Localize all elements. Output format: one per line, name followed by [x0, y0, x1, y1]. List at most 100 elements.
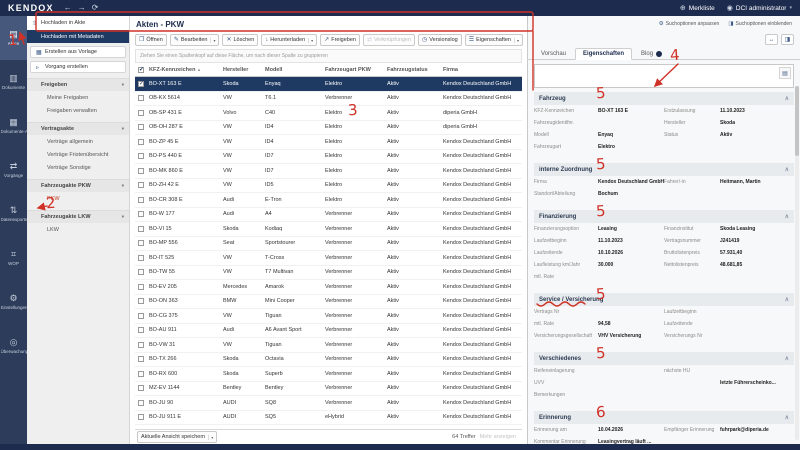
- row-checkbox[interactable]: [138, 255, 144, 261]
- table-row[interactable]: BO-PS 440 E VW ID7 Elektro Aktiv Kendox …: [135, 150, 522, 165]
- select-all-checkbox[interactable]: [138, 67, 144, 73]
- row-checkbox[interactable]: [138, 385, 144, 391]
- section-header[interactable]: Erinnerung ∧: [534, 411, 794, 424]
- menu-item-vorgang-erstellen[interactable]: ▹ Vorgang erstellen ▾: [30, 61, 126, 73]
- suchoptionen-einblenden-link[interactable]: ◨ Suchoptionen einblenden: [728, 21, 792, 27]
- table-row[interactable]: BO-IT 525 VW T-Cross Verbrenner Aktiv Ke…: [135, 251, 522, 266]
- rail-item-einstellungen[interactable]: ⚙ Einstellungen: [0, 280, 27, 324]
- section-header[interactable]: Service / Versicherung ∧: [534, 293, 794, 306]
- table-row[interactable]: OB-OH 287 E VW ID4 Elektro Aktiv diperia…: [135, 121, 522, 136]
- row-checkbox[interactable]: [138, 211, 144, 217]
- expand-panel-button[interactable]: ↔: [765, 34, 778, 45]
- table-row[interactable]: BO-RX 600 Skoda Superb Verbrenner Aktiv …: [135, 367, 522, 382]
- row-checkbox[interactable]: [138, 313, 144, 319]
- table-row[interactable]: BO-JU 90 AUDI SQ8 Verbrenner Aktiv Kendo…: [135, 396, 522, 411]
- table-row[interactable]: MZ-EV 1144 Bentley Bentley Verbrenner Ak…: [135, 382, 522, 397]
- rail-item-dokumente-admin[interactable]: ▦ Dokumente-Admin: [0, 104, 27, 148]
- versionlog-button[interactable]: ◷ Versionslog ▾: [418, 34, 462, 46]
- row-checkbox[interactable]: [138, 182, 144, 188]
- rail-item-datenexporte[interactable]: ⇅ Datenexporte: [0, 192, 27, 236]
- menu-item-meine-freigaben[interactable]: Meine Freigaben ▾: [27, 91, 129, 104]
- row-checkbox[interactable]: [138, 110, 144, 116]
- row-checkbox[interactable]: [138, 298, 144, 304]
- tab-blog[interactable]: Blog: [634, 49, 669, 59]
- menu-item-vertraege-sonstige[interactable]: Verträge Sonstige ▾: [27, 161, 129, 174]
- table-row[interactable]: BO-AU 911 Audi A6 Avant Sport Verbrenner…: [135, 324, 522, 339]
- table-row[interactable]: BO-MK 860 E VW ID7 Elektro Aktiv Kendox …: [135, 164, 522, 179]
- menu-group-vertragsakte[interactable]: Vertragsakte ▾: [27, 122, 129, 135]
- user-menu[interactable]: ◉ DCI administrator ▾: [727, 4, 792, 12]
- table-row[interactable]: BO-ZH 42 E VW ID5 Elektro Aktiv Kendox D…: [135, 179, 522, 194]
- table-row[interactable]: BO-CR 308 E Audi E-Tron Elektro Aktiv Ke…: [135, 193, 522, 208]
- table-row[interactable]: BO-W 177 Audi A4 Verbrenner Aktiv Kendox…: [135, 208, 522, 223]
- menu-group-freigeben[interactable]: Freigeben ▾: [27, 78, 129, 91]
- menu-item-pkw[interactable]: PKW ▾: [27, 192, 129, 205]
- menu-item-erstellen-aus-vorlage[interactable]: ▦ Erstellen aus Vorlage ▾: [30, 46, 126, 58]
- menu-item-freigaben-verwalten[interactable]: Freigaben verwalten ▾: [27, 104, 129, 117]
- rail-item-vorgaenge[interactable]: ⇄ Vorgänge: [0, 148, 27, 192]
- tab-vorschau[interactable]: Vorschau: [534, 49, 573, 59]
- row-checkbox[interactable]: [138, 400, 144, 406]
- forward-icon[interactable]: →: [78, 4, 86, 12]
- table-row[interactable]: BO-TX 266 Skoda Octavia Verbrenner Aktiv…: [135, 353, 522, 368]
- row-checkbox[interactable]: [138, 240, 144, 246]
- layout-panel-button[interactable]: ◨: [781, 34, 794, 45]
- scrollbar[interactable]: [795, 86, 799, 440]
- rail-item-ueberwachung[interactable]: ◎ Überwachung: [0, 324, 27, 368]
- row-checkbox[interactable]: [138, 414, 144, 420]
- rail-item-akten[interactable]: ▤ Akten: [0, 16, 27, 60]
- section-header[interactable]: interne Zuordnung ∧: [534, 163, 794, 176]
- row-checkbox[interactable]: [138, 269, 144, 275]
- row-checkbox[interactable]: [138, 81, 144, 87]
- row-checkbox[interactable]: [138, 327, 144, 333]
- table-row[interactable]: OB-KX 5614 VW T6.1 Verbrenner Aktiv Kend…: [135, 92, 522, 107]
- menu-group-fahrzeugakte-pkw[interactable]: Fahrzeugakte PKW ▾: [27, 179, 129, 192]
- back-icon[interactable]: ←: [64, 4, 72, 12]
- rail-item-wop[interactable]: ⌗ WOP: [0, 236, 27, 280]
- section-header[interactable]: Fahrzeug ∧: [534, 92, 794, 105]
- release-button[interactable]: ↗ Freigeben ▾: [320, 34, 360, 46]
- refresh-icon[interactable]: ⟳: [92, 4, 99, 12]
- table-row[interactable]: BO-VW 31 VW Tiguan Verbrenner Aktiv Kend…: [135, 338, 522, 353]
- download-button[interactable]: ↓ Herunterladen ▾: [261, 34, 317, 46]
- column-header-firma[interactable]: Firma: [443, 67, 522, 73]
- table-row[interactable]: BO-TW 55 VW T7 Multivan Verbrenner Aktiv…: [135, 266, 522, 281]
- table-row[interactable]: BO-ON 363 BMW Mini Cooper Verbrenner Akt…: [135, 295, 522, 310]
- column-header-hersteller[interactable]: Hersteller: [223, 67, 265, 73]
- row-checkbox[interactable]: [138, 139, 144, 145]
- links-button[interactable]: ⇄ Verknüpfungen ▾: [363, 34, 415, 46]
- column-header-kennzeichen[interactable]: KFZ-Kennzeichen ▲: [149, 67, 223, 73]
- menu-item-hochladen-in-akte[interactable]: ⇧ Hochladen in Akte ▾: [27, 16, 129, 30]
- table-row[interactable]: BO-XT 163 E Skoda Enyaq Elektro Aktiv Ke…: [135, 77, 522, 92]
- search-input[interactable]: [535, 66, 793, 88]
- row-checkbox[interactable]: [138, 168, 144, 174]
- search-action-button[interactable]: ▤: [779, 67, 791, 79]
- table-row[interactable]: OB-SP 431 E Volvo C40 Elektro Aktiv dipe…: [135, 106, 522, 121]
- tab-eigenschaften[interactable]: Eigenschaften: [575, 48, 632, 60]
- table-row[interactable]: BO-VI 15 Skoda Kodiaq Verbrenner Aktiv K…: [135, 222, 522, 237]
- menu-item-vertraege-allgemein[interactable]: Verträge allgemein ▾: [27, 135, 129, 148]
- column-header-fahrzeugart[interactable]: Fahrzeugart PKW: [325, 67, 387, 73]
- row-checkbox[interactable]: [138, 95, 144, 101]
- scrollbar-thumb[interactable]: [795, 86, 799, 156]
- row-checkbox[interactable]: [138, 197, 144, 203]
- rail-item-dokumente[interactable]: ▥ Dokumente: [0, 60, 27, 104]
- properties-button[interactable]: ☰ Eigenschaften ▾: [465, 34, 523, 46]
- table-row[interactable]: BO-CG 375 VW Tiguan Verbrenner Aktiv Ken…: [135, 309, 522, 324]
- menu-item-hochladen-mit-metadaten[interactable]: Hochladen mit Metadaten ▾: [27, 30, 129, 43]
- row-checkbox[interactable]: [138, 226, 144, 232]
- suchoptionen-anpassen-link[interactable]: ⚙ Suchoptionen anpassen: [659, 21, 720, 27]
- row-checkbox[interactable]: [138, 356, 144, 362]
- table-row[interactable]: BO-EV 205 Mercedes Amarok Verbrenner Akt…: [135, 280, 522, 295]
- merkliste-button[interactable]: ⊕ Merkliste: [680, 4, 715, 12]
- menu-group-fahrzeugakte-lkw[interactable]: Fahrzeugakte LKW ▾: [27, 210, 129, 223]
- menu-item-vertraege-fristenuebersicht[interactable]: Verträge Fristenübersicht ▾: [27, 148, 129, 161]
- column-header-modell[interactable]: Modell: [265, 67, 325, 73]
- row-checkbox[interactable]: [138, 153, 144, 159]
- table-row[interactable]: BO-JU 911 E AUDI SQ5 eHybrid Aktiv Kendo…: [135, 411, 522, 426]
- menu-item-lkw[interactable]: LKW ▾: [27, 223, 129, 236]
- section-header[interactable]: Verschiedenes ∧: [534, 352, 794, 365]
- delete-button[interactable]: ✕ Löschen ▾: [222, 34, 258, 46]
- table-row[interactable]: BO-MP 556 Seat Sportstourer Verbrenner A…: [135, 237, 522, 252]
- table-row[interactable]: BO-ZP 45 E VW ID4 Elektro Aktiv Kendox D…: [135, 135, 522, 150]
